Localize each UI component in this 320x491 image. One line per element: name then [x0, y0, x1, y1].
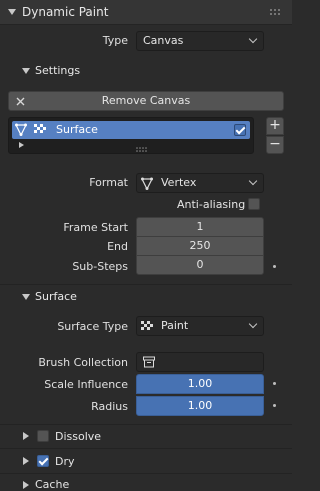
surface-type-label: Surface Type: [57, 320, 128, 333]
add-symbol: +: [269, 117, 281, 133]
chevron-down-icon: [248, 34, 258, 44]
chevron-down-icon: [248, 319, 258, 329]
anti-aliasing-checkbox[interactable]: [248, 198, 260, 210]
dry-checkbox[interactable]: [37, 455, 49, 467]
end-label: End: [107, 240, 128, 253]
substeps-label: Sub-Steps: [72, 260, 128, 273]
dry-label: Dry: [55, 455, 75, 468]
close-icon: [16, 97, 25, 106]
keyframe-dot[interactable]: [273, 404, 276, 407]
chevron-down-icon[interactable]: [22, 68, 30, 74]
panel-header[interactable]: Dynamic Paint: [0, 0, 292, 25]
brush-collection-field[interactable]: [136, 352, 264, 372]
divider: [0, 448, 292, 449]
cache-label: Cache: [35, 478, 70, 491]
radius-slider[interactable]: 1.00: [136, 396, 264, 416]
surface-enabled-checkbox[interactable]: [234, 124, 246, 136]
divider: [0, 424, 292, 425]
drag-handle-icon[interactable]: [270, 7, 280, 15]
chevron-down-icon[interactable]: [8, 9, 16, 15]
divider: [0, 284, 292, 285]
surface-item-label: Surface: [56, 123, 98, 136]
type-label: Type: [102, 34, 128, 47]
vertex-icon: [141, 177, 153, 190]
surface-title: Surface: [35, 290, 77, 303]
type-dropdown[interactable]: Canvas: [136, 31, 264, 51]
chevron-right-icon[interactable]: [19, 142, 24, 148]
chevron-down-icon: [248, 176, 258, 186]
format-dropdown[interactable]: Vertex: [136, 173, 264, 193]
list-item[interactable]: Surface: [12, 121, 250, 139]
checker-icon: [141, 321, 153, 330]
surface-type-value: Paint: [161, 319, 189, 332]
format-value: Vertex: [161, 176, 197, 189]
type-value: Canvas: [143, 34, 184, 47]
keyframe-dot[interactable]: [273, 382, 276, 385]
add-surface-button[interactable]: +: [266, 117, 284, 135]
drag-handle-icon[interactable]: [136, 143, 147, 152]
remove-canvas-button[interactable]: Remove Canvas: [8, 91, 284, 111]
collection-icon: [143, 356, 155, 368]
remove-surface-button[interactable]: −: [266, 136, 284, 154]
checker-icon: [34, 124, 46, 133]
remove-canvas-label: Remove Canvas: [101, 94, 191, 107]
chevron-right-icon[interactable]: [23, 481, 29, 489]
panel-title: Dynamic Paint: [22, 5, 109, 19]
chevron-right-icon[interactable]: [23, 457, 29, 465]
vertex-icon: [15, 123, 27, 136]
brush-collection-label: Brush Collection: [38, 356, 128, 369]
dissolve-label: Dissolve: [55, 430, 102, 443]
anti-aliasing-label: Anti-aliasing: [177, 198, 246, 211]
remove-symbol: −: [269, 136, 281, 152]
chevron-right-icon[interactable]: [23, 432, 29, 440]
keyframe-dot[interactable]: [273, 265, 276, 268]
surface-type-dropdown[interactable]: Paint: [136, 316, 264, 336]
chevron-down-icon[interactable]: [22, 294, 30, 300]
substeps-field[interactable]: 0: [136, 255, 264, 275]
radius-label: Radius: [91, 400, 128, 413]
frame-start-label: Frame Start: [63, 221, 128, 234]
divider: [0, 473, 292, 474]
format-label: Format: [89, 176, 128, 189]
scale-influence-slider[interactable]: 1.00: [136, 374, 264, 394]
end-field[interactable]: 250: [136, 236, 264, 256]
scale-influence-label: Scale Influence: [44, 378, 128, 391]
settings-title: Settings: [35, 64, 81, 77]
frame-start-field[interactable]: 1: [136, 217, 264, 237]
dissolve-checkbox[interactable]: [37, 430, 49, 442]
